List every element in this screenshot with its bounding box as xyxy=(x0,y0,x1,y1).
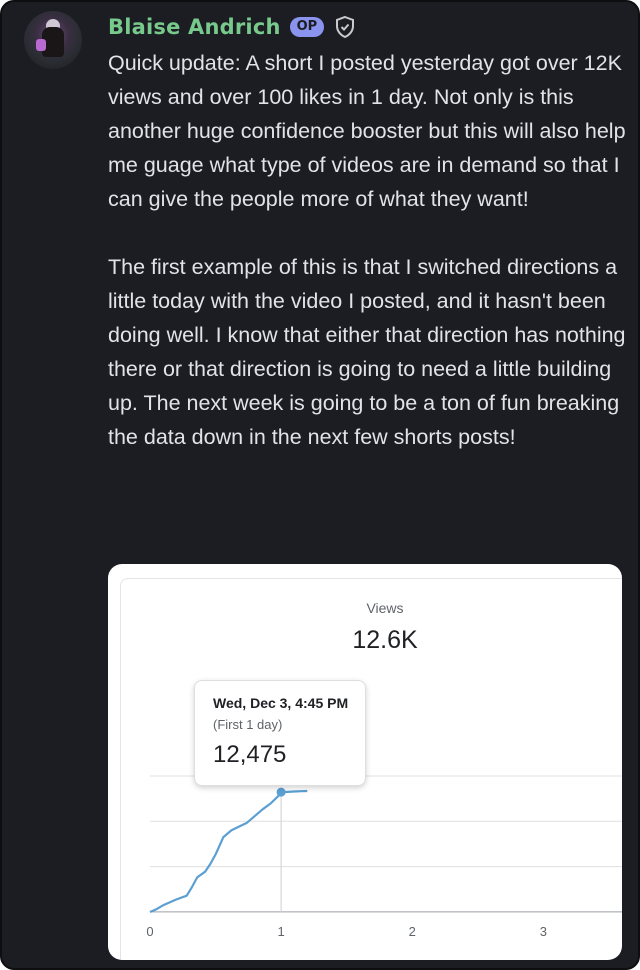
tooltip-date: Wed, Dec 3, 4:45 PM xyxy=(213,695,349,711)
x-tick-label: 1 xyxy=(277,924,284,939)
tooltip-value: 12,475 xyxy=(213,741,287,768)
chart-tooltip: Wed, Dec 3, 4:45 PM (First 1 day) 12,475 xyxy=(194,680,366,786)
x-tick-label: 3 xyxy=(540,924,547,939)
username[interactable]: Blaise Andrich xyxy=(108,15,281,39)
views-series-line xyxy=(149,789,308,914)
tooltip-subtitle: (First 1 day) xyxy=(213,717,283,732)
x-tick-label: 0 xyxy=(146,924,153,939)
message-paragraph: Quick update: A short I posted yesterday… xyxy=(108,51,626,211)
shield-check-icon xyxy=(336,15,355,39)
highlight-point xyxy=(276,787,286,797)
post-container: Blaise Andrich OP Quick update: A short … xyxy=(0,0,640,970)
post-header: Blaise Andrich OP xyxy=(108,10,356,44)
image-attachment[interactable]: Views 12.6K 0123 Wed, Dec 3, 4:45 PM (Fi… xyxy=(108,564,622,960)
user-avatar[interactable] xyxy=(24,11,82,69)
message-paragraph: The first example of this is that I swit… xyxy=(108,255,626,449)
x-tick-label: 2 xyxy=(409,924,416,939)
message-body: Quick update: A short I posted yesterday… xyxy=(108,46,628,454)
op-badge: OP xyxy=(289,17,325,37)
